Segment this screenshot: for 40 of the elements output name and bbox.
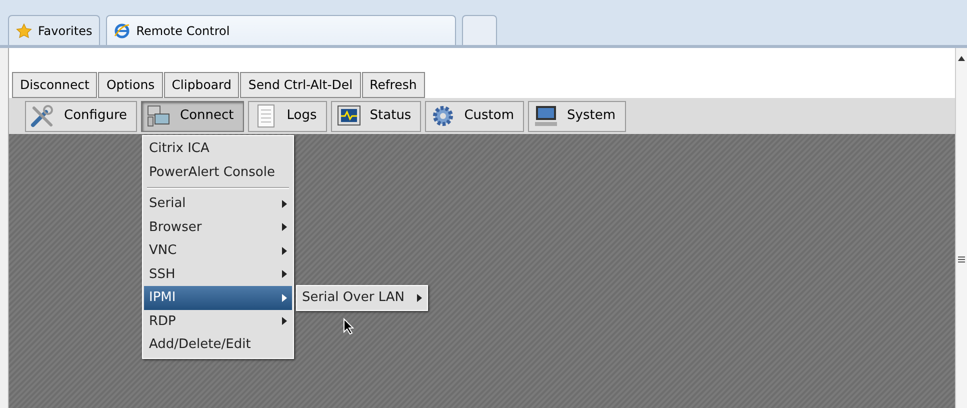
menu-item[interactable]: Serial [144, 192, 292, 216]
menu-item[interactable]: VNC [144, 239, 292, 262]
menu-item[interactable]: SSH [144, 262, 292, 286]
toolbar-button[interactable]: Refresh [362, 72, 425, 98]
menu-item[interactable]: Add/Delete/Edit [144, 333, 292, 356]
submenu-arrow-icon [417, 294, 422, 302]
scroll-up-icon[interactable] [958, 56, 965, 61]
mouse-pointer-icon [343, 318, 355, 335]
menu-item[interactable]: Browser [144, 216, 292, 239]
computers-icon [146, 104, 172, 128]
menu-item[interactable]: PowerAlert Console [144, 160, 292, 184]
browser-tab[interactable]: Favorites [8, 15, 100, 45]
toolbar-button[interactable]: Send Ctrl-Alt-Del [240, 72, 361, 98]
menu-item[interactable]: IPMI [144, 286, 292, 310]
star-icon [16, 22, 32, 38]
nav-tab[interactable]: Status [330, 100, 422, 132]
nav-tab[interactable]: Logs [248, 100, 327, 132]
nav-tab[interactable]: Connect [141, 100, 244, 132]
submenu-arrow-icon [282, 317, 287, 326]
menu-item[interactable]: RDP [144, 310, 292, 333]
submenu-arrow-icon [282, 223, 287, 232]
submenu-arrow-icon [282, 294, 287, 302]
toolbar-button[interactable]: Disconnect [12, 72, 98, 98]
browser-logo-icon [114, 22, 130, 38]
scrollbar[interactable] [955, 48, 967, 408]
toolbar-button[interactable]: Options [98, 72, 163, 98]
menu-item[interactable]: Serial Over LAN [297, 286, 427, 310]
monitor-icon [336, 104, 362, 128]
submenu-arrow-icon [282, 200, 287, 208]
nav-tab[interactable]: System [528, 100, 626, 132]
tools-icon [30, 104, 56, 128]
scroll-grip-icon[interactable] [958, 256, 965, 263]
nav-tab[interactable]: Configure [25, 100, 138, 132]
computer-icon [533, 104, 560, 128]
browser-tab[interactable]: Remote Control [106, 15, 456, 45]
submenu-arrow-icon [282, 246, 287, 255]
nav-tab[interactable]: Custom [425, 100, 524, 132]
menu-item[interactable]: Citrix ICA [144, 137, 292, 160]
toolbar-button[interactable]: Clipboard [164, 72, 240, 98]
submenu-arrow-icon [282, 270, 287, 278]
